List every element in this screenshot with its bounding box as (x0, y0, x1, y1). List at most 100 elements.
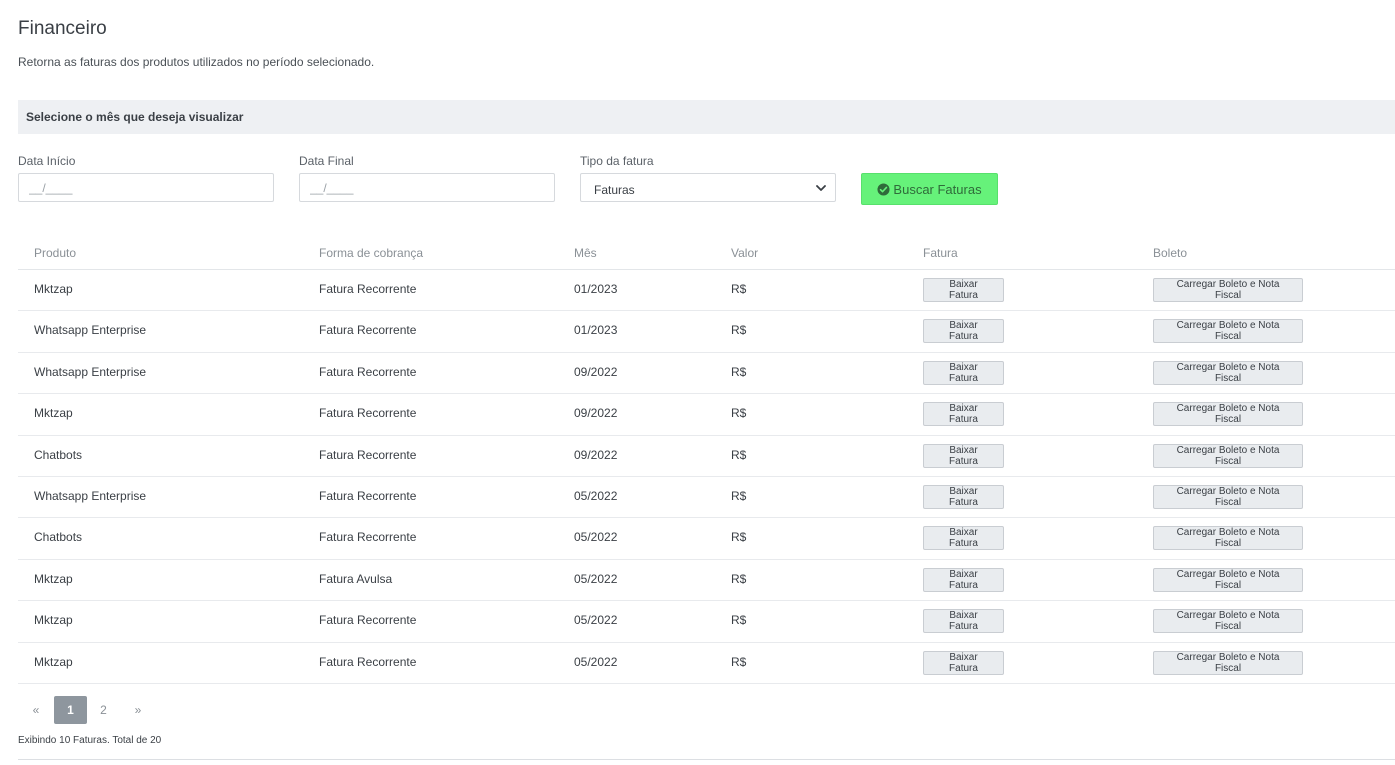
cell-produto: Mktzap (34, 406, 73, 421)
filter-section-title: Selecione o mês que deseja visualizar (26, 110, 244, 124)
download-invoice-button[interactable]: Baixar Fatura (923, 278, 1004, 302)
filter-section-header: Selecione o mês que deseja visualizar (18, 100, 1395, 134)
end-date-input[interactable] (299, 173, 555, 202)
cell-produto: Mktzap (34, 654, 73, 669)
results-summary: Exibindo 10 Faturas. Total de 20 (18, 735, 162, 746)
start-date-input[interactable] (18, 173, 274, 202)
cell-mes: 05/2022 (574, 530, 618, 545)
cell-forma: Fatura Recorrente (319, 613, 417, 628)
download-invoice-button[interactable]: Baixar Fatura (923, 360, 1004, 385)
cell-produto: Chatbots (34, 447, 83, 462)
table-body: Mktzap Fatura Recorrente 01/2023 R$ Baixar F… (18, 270, 1395, 684)
check-circle-icon (877, 182, 890, 196)
invoice-type-value: Faturas (594, 183, 635, 197)
search-invoices-button[interactable]: Buscar Faturas (861, 173, 998, 205)
load-boleto-button[interactable]: Carregar Boleto e Nota Fiscal (1153, 609, 1303, 634)
cell-mes: 09/2022 (574, 364, 618, 379)
download-invoice-button[interactable]: Baixar Fatura (923, 567, 1004, 592)
cell-mes: 09/2022 (574, 406, 618, 421)
cell-forma: Fatura Recorrente (319, 323, 417, 338)
invoice-type-label: Tipo da fatura (580, 154, 654, 168)
cell-mes: 05/2022 (574, 613, 618, 628)
cell-forma: Fatura Recorrente (319, 488, 417, 503)
load-boleto-button[interactable]: Carregar Boleto e Nota Fiscal (1153, 526, 1303, 551)
col-header-boleto: Boleto (1153, 246, 1188, 260)
invoice-type-select[interactable]: Faturas (580, 173, 836, 202)
cell-forma: Fatura Recorrente (319, 364, 417, 379)
page-subtitle: Retorna as faturas dos produtos utilizad… (18, 55, 375, 69)
end-date-label: Data Final (299, 154, 354, 168)
cell-valor: R$ (731, 447, 747, 462)
value-mask (766, 394, 810, 435)
cell-mes: 05/2022 (574, 488, 618, 503)
table-row: Mktzap Fatura Recorrente 09/2022 R$ Baixar F… (18, 394, 1395, 436)
cell-valor: R$ (731, 613, 747, 628)
value-mask (766, 270, 810, 311)
value-mask (766, 642, 810, 683)
search-invoices-label: Buscar Faturas (893, 181, 982, 197)
cell-produto: Mktzap (34, 613, 73, 628)
load-boleto-button[interactable]: Carregar Boleto e Nota Fiscal (1153, 319, 1303, 344)
col-header-forma: Forma de cobrança (319, 246, 424, 260)
col-header-produto: Produto (34, 246, 77, 260)
value-mask (766, 311, 810, 352)
table-header: Produto Forma de cobrança Mês Valor Fatu… (18, 234, 1395, 270)
download-invoice-button[interactable]: Baixar Fatura (923, 402, 1004, 427)
cell-forma: Fatura Recorrente (319, 447, 417, 462)
pagination-page-1[interactable]: 1 (54, 696, 87, 724)
cell-mes: 01/2023 (574, 323, 618, 338)
cell-forma: Fatura Recorrente (319, 654, 417, 669)
table-row: Mktzap Fatura Avulsa 05/2022 R$ Baixar Fatur… (18, 559, 1395, 602)
download-invoice-button[interactable]: Baixar Fatura (923, 319, 1004, 344)
cell-valor: R$ (731, 571, 747, 586)
load-boleto-button[interactable]: Carregar Boleto e Nota Fiscal (1153, 360, 1303, 385)
table-row: Mktzap Fatura Recorrente 01/2023 R$ Baixar F… (18, 270, 1395, 312)
cell-mes: 09/2022 (574, 447, 618, 462)
cell-mes: 05/2022 (574, 654, 618, 669)
table-row: Whatsapp Enterprise Fatura Recorrente 01/2… (18, 311, 1395, 353)
table-row: Chatbots Fatura Recorrente 05/2022 R$ Baixar… (18, 518, 1395, 560)
table-row: Mktzap Fatura Recorrente 05/2022 R$ Baixar F… (18, 642, 1395, 684)
cell-forma: Fatura Recorrente (319, 406, 417, 421)
cell-forma: Fatura Recorrente (319, 530, 417, 545)
download-invoice-button[interactable]: Baixar Fatura (923, 650, 1004, 675)
pagination-page-2[interactable]: 2 (87, 696, 120, 724)
cell-produto: Chatbots (34, 530, 83, 545)
load-boleto-button[interactable]: Carregar Boleto e Nota Fiscal (1153, 278, 1303, 302)
download-invoice-button[interactable]: Baixar Fatura (923, 484, 1004, 509)
cell-produto: Whatsapp Enterprise (34, 488, 147, 503)
download-invoice-button[interactable]: Baixar Fatura (923, 526, 1004, 551)
cell-produto: Whatsapp Enterprise (34, 323, 147, 338)
cell-forma: Fatura Recorrente (319, 282, 417, 296)
cell-valor: R$ (731, 282, 747, 296)
cell-mes: 05/2022 (574, 571, 618, 586)
load-boleto-button[interactable]: Carregar Boleto e Nota Fiscal (1153, 567, 1303, 592)
pagination-prev[interactable]: « (18, 696, 54, 724)
cell-valor: R$ (731, 364, 747, 379)
start-date-label: Data Início (18, 154, 76, 168)
col-header-fatura: Fatura (923, 246, 958, 260)
chevron-down-icon (816, 185, 826, 191)
table-row: Whatsapp Enterprise Fatura Recorrente 09/2… (18, 352, 1395, 395)
download-invoice-button[interactable]: Baixar Fatura (923, 609, 1004, 634)
col-header-valor: Valor (731, 246, 759, 260)
footer-divider (18, 759, 1395, 760)
table-row: Whatsapp Enterprise Fatura Recorrente 05/2… (18, 476, 1395, 519)
load-boleto-button[interactable]: Carregar Boleto e Nota Fiscal (1153, 402, 1303, 427)
load-boleto-button[interactable]: Carregar Boleto e Nota Fiscal (1153, 650, 1303, 675)
cell-forma: Fatura Avulsa (319, 571, 393, 586)
value-mask (766, 352, 810, 394)
cell-valor: R$ (731, 654, 747, 669)
value-mask (766, 435, 810, 476)
cell-valor: R$ (731, 488, 747, 503)
value-mask (766, 559, 810, 601)
pagination-next[interactable]: » (120, 696, 156, 724)
value-mask (766, 601, 810, 642)
cell-produto: Mktzap (34, 282, 73, 296)
load-boleto-button[interactable]: Carregar Boleto e Nota Fiscal (1153, 484, 1303, 509)
col-header-mes: Mês (574, 246, 597, 260)
pagination: « 1 2 » (18, 696, 156, 724)
load-boleto-button[interactable]: Carregar Boleto e Nota Fiscal (1153, 443, 1303, 468)
download-invoice-button[interactable]: Baixar Fatura (923, 443, 1004, 468)
table-row: Mktzap Fatura Recorrente 05/2022 R$ Baixar F… (18, 601, 1395, 643)
